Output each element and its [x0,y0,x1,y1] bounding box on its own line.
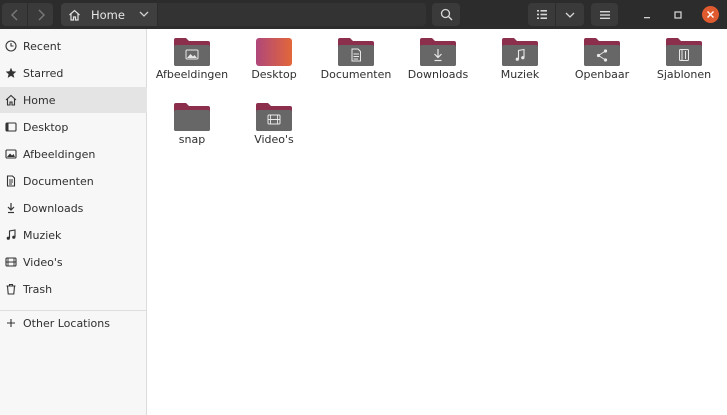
file-label: Video's [254,133,294,146]
download-icon [4,201,18,215]
file-item-openbaar[interactable]: Openbaar [562,37,642,81]
sidebar-item-label: Recent [23,39,62,53]
video-folder-icon [256,103,292,131]
file-item-videos[interactable]: Video's [234,102,314,146]
sidebar-item-other-locations[interactable]: Other Locations [0,310,147,336]
home-icon [69,9,80,21]
sidebar-item-documenten[interactable]: Documenten [0,168,147,194]
file-item-sjablonen[interactable]: Sjablonen [644,37,724,81]
sidebar: Recent Starred Home Desktop Afbeeldingen… [0,29,147,415]
sidebar-item-desktop[interactable]: Desktop [0,114,147,140]
file-label: Sjablonen [656,68,712,81]
search-button[interactable] [432,3,460,26]
star-icon [4,66,18,80]
chevron-left-icon [10,9,17,20]
folder-icon [174,103,210,131]
chevron-down-icon [139,11,149,17]
sidebar-item-label: Trash [23,282,53,296]
view-options-button[interactable] [556,3,584,26]
forward-button[interactable] [28,3,53,26]
file-item-desktop[interactable]: Desktop [234,37,314,81]
file-label: Muziek [500,68,540,81]
sidebar-item-videos[interactable]: Video's [0,249,147,275]
main-menu-button[interactable] [591,3,618,26]
music-icon [4,228,18,242]
sidebar-item-label: Documenten [23,174,94,188]
template-folder-icon [666,38,702,66]
sidebar-item-label: Afbeeldingen [23,147,96,161]
chevron-down-icon [565,12,575,18]
plus-icon [4,316,18,330]
file-label: Desktop [251,68,297,81]
sidebar-item-label: Downloads [23,201,84,215]
minimize-icon [643,16,650,18]
maximize-button[interactable] [669,6,686,23]
header-bar: Home [0,0,727,29]
search-icon [440,8,452,21]
back-button[interactable] [2,3,27,26]
sidebar-item-label: Desktop [23,120,69,134]
music-folder-icon [502,38,538,66]
sidebar-item-label: Other Locations [23,316,110,330]
sidebar-item-label: Muziek [23,228,62,242]
file-label: Afbeeldingen [155,68,229,81]
path-bar-home-button[interactable]: Home [61,3,157,26]
close-button[interactable] [702,6,719,23]
list-view-button[interactable] [528,3,555,26]
video-icon [4,255,18,269]
sidebar-item-home[interactable]: Home [0,87,147,113]
file-item-snap[interactable]: snap [152,102,232,146]
trash-icon [4,282,18,296]
file-label: Downloads [407,68,469,81]
file-view[interactable]: Afbeeldingen Desktop Documenten Download… [148,29,727,415]
sidebar-item-trash[interactable]: Trash [0,276,147,302]
file-label: snap [178,133,206,146]
minimize-button[interactable] [638,6,655,23]
sidebar-item-label: Video's [23,255,63,269]
file-item-afbeeldingen[interactable]: Afbeeldingen [152,37,232,81]
download-folder-icon [420,38,456,66]
document-folder-icon [338,38,374,66]
image-icon [4,147,18,161]
close-icon [707,11,714,18]
sidebar-item-muziek[interactable]: Muziek [0,222,147,248]
sidebar-item-recent[interactable]: Recent [0,33,147,59]
sidebar-item-label: Starred [23,66,64,80]
share-folder-icon [584,38,620,66]
desktop-icon [4,120,18,134]
list-view-icon [536,10,547,19]
file-item-documenten[interactable]: Documenten [316,37,396,81]
sidebar-item-downloads[interactable]: Downloads [0,195,147,221]
sidebar-item-afbeeldingen[interactable]: Afbeeldingen [0,141,147,167]
sidebar-item-starred[interactable]: Starred [0,60,147,86]
home-icon [4,93,18,107]
file-label: Documenten [320,68,392,81]
chevron-right-icon [38,9,45,20]
path-label: Home [91,7,125,22]
clock-icon [4,39,18,53]
maximize-icon [673,10,682,19]
sidebar-item-label: Home [23,93,56,107]
image-folder-icon [174,38,210,66]
desktop-folder-icon [256,38,292,66]
hamburger-icon [599,10,610,19]
document-icon [4,174,18,188]
path-bar[interactable] [158,3,426,26]
file-label: Openbaar [574,68,630,81]
file-item-muziek[interactable]: Muziek [480,37,560,81]
file-item-downloads[interactable]: Downloads [398,37,478,81]
